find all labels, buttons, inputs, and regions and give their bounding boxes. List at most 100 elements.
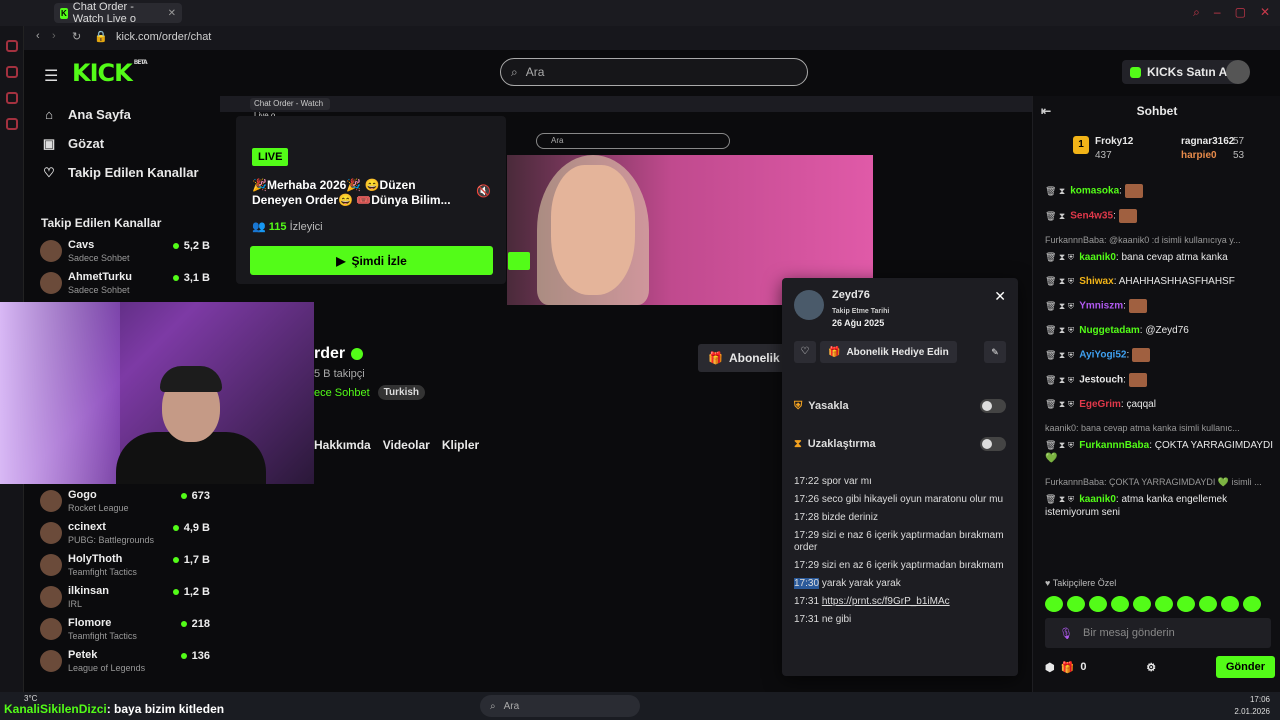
- emote-button[interactable]: [1133, 596, 1151, 612]
- points-icon[interactable]: ⬢: [1045, 661, 1055, 674]
- buy-kicks-label: KICKs Satın Al: [1147, 65, 1231, 79]
- back-icon[interactable]: ‹: [36, 30, 40, 42]
- tab-videos[interactable]: Videolar: [383, 438, 430, 452]
- mod-actions-icon[interactable]: 🗑 ⧗: [1045, 186, 1065, 196]
- gifter-name[interactable]: ragnar3162: [1181, 136, 1234, 147]
- send-button[interactable]: Gönder: [1215, 656, 1275, 678]
- chat-username[interactable]: AyiYogi52: [1079, 350, 1126, 361]
- channel-item[interactable]: Flomore Teamfight Tactics 218: [40, 614, 210, 646]
- chat-username[interactable]: Sen4w35: [1070, 211, 1113, 222]
- tab-clips[interactable]: Klipler: [442, 438, 479, 452]
- close-icon[interactable]: ✕: [994, 288, 1006, 305]
- mod-actions-icon[interactable]: 🗑 ⧗: [1045, 211, 1065, 221]
- taskbar-search[interactable]: ⌕ Ara: [480, 695, 640, 717]
- mic-icon[interactable]: 🎙: [1059, 627, 1073, 640]
- ban-label: Yasakla: [808, 400, 849, 412]
- heart-icon: ♡: [43, 164, 55, 180]
- emote-button[interactable]: [1045, 596, 1063, 612]
- gift-sub-button[interactable]: 🎁 Abonelik Hediye Edin: [820, 341, 957, 363]
- language-tag[interactable]: Turkish: [377, 385, 426, 400]
- channel-item[interactable]: HolyThoth Teamfight Tactics 1,7 B: [40, 550, 210, 582]
- chat-username[interactable]: kaanik0: [1079, 252, 1116, 263]
- chat-input[interactable]: 🎙 Bir mesaj gönderin: [1045, 618, 1271, 648]
- follow-heart-button[interactable]: ♡: [794, 341, 816, 363]
- mod-actions-icon[interactable]: 🗑 ⧗ ⛨: [1045, 350, 1074, 360]
- history-message: 17:29 sizi en az 6 içerik yaptırmadan bı…: [794, 560, 1006, 572]
- close-window-icon[interactable]: ✕: [1260, 5, 1270, 20]
- sidebar-app-icon[interactable]: [5, 40, 18, 52]
- sidebar-app-icon[interactable]: [5, 118, 18, 130]
- buy-kicks-button[interactable]: KICKs Satın Al: [1122, 60, 1239, 84]
- kick-logo[interactable]: KICK BETA: [72, 59, 148, 87]
- minimize-icon[interactable]: –: [1214, 5, 1221, 20]
- mute-mic-button[interactable]: ✎: [984, 341, 1006, 363]
- mod-actions-icon[interactable]: 🗑 ⧗ ⛨: [1045, 440, 1074, 450]
- compass-icon: ▣: [42, 135, 56, 151]
- close-tab-icon[interactable]: ✕: [168, 8, 176, 19]
- chat-username[interactable]: FurkannnBaba: [1079, 440, 1149, 451]
- gear-icon[interactable]: ⚙: [1146, 661, 1156, 674]
- subscribe-button[interactable]: 🎁 Abonelik: [698, 344, 790, 372]
- tab-about[interactable]: Hakkımda: [314, 438, 371, 452]
- clock[interactable]: 17:06 2.01.2026: [1234, 694, 1270, 718]
- chat-message: 🗑 ⧗ Sen4w35:: [1045, 209, 1275, 223]
- mod-actions-icon[interactable]: 🗑 ⧗ ⛨: [1045, 301, 1074, 311]
- emote-button[interactable]: [1111, 596, 1129, 612]
- muted-speaker-icon[interactable]: 🔇: [476, 184, 491, 198]
- collapse-chat-icon[interactable]: ⇤: [1041, 96, 1051, 126]
- emote-button[interactable]: [1243, 596, 1261, 612]
- nav-home[interactable]: ⌂ Ana Sayfa: [24, 100, 218, 129]
- gifter-name[interactable]: Froky12: [1095, 136, 1133, 147]
- chat-username[interactable]: Jestouch: [1079, 375, 1123, 386]
- gifter-name[interactable]: harpie0: [1181, 150, 1217, 161]
- search-input[interactable]: ⌕ Ara: [500, 58, 808, 86]
- mod-actions-icon[interactable]: 🗑 ⧗ ⛨: [1045, 276, 1074, 286]
- menu-icon[interactable]: ☰: [44, 66, 58, 86]
- emote-button[interactable]: [1199, 596, 1217, 612]
- nav-following[interactable]: ♡ Takip Edilen Kanallar: [24, 158, 218, 187]
- mod-actions-icon[interactable]: 🗑 ⧗ ⛨: [1045, 494, 1074, 504]
- channel-item[interactable]: Cavs Sadece Sohbet 5,2 B: [40, 236, 210, 268]
- channel-category[interactable]: ece Sohbet: [314, 387, 370, 399]
- sidebar-app-icon[interactable]: [5, 92, 18, 104]
- chat-username[interactable]: Ymniszm: [1079, 301, 1123, 312]
- msg-link[interactable]: https://prnt.sc/f9GrP_b1iMAc: [822, 596, 950, 607]
- watch-now-button[interactable]: ▶ Şimdi İzle: [250, 246, 493, 275]
- mod-actions-icon[interactable]: 🗑 ⧗ ⛨: [1045, 252, 1074, 262]
- chat-username[interactable]: kaanik0: [1079, 494, 1116, 505]
- search-tabs-icon[interactable]: ⌕: [1193, 5, 1200, 20]
- timeout-toggle[interactable]: [980, 437, 1006, 451]
- forward-icon[interactable]: ›: [52, 30, 56, 42]
- channel-item[interactable]: ilkinsan IRL 1,2 B: [40, 582, 210, 614]
- emote-button[interactable]: [1177, 596, 1195, 612]
- msg-time: 17:22: [794, 476, 820, 487]
- channel-item[interactable]: AhmetTurku Sadece Sohbet 3,1 B: [40, 268, 210, 300]
- taskbar-search-label: Ara: [503, 700, 520, 712]
- chat-username[interactable]: Nuggetadam: [1079, 325, 1140, 336]
- ban-toggle[interactable]: [980, 399, 1006, 413]
- sidebar-app-icon[interactable]: [5, 66, 18, 78]
- emote-button[interactable]: [1089, 596, 1107, 612]
- mod-actions-icon[interactable]: 🗑 ⧗ ⛨: [1045, 399, 1074, 409]
- reload-icon[interactable]: ↻: [72, 30, 81, 43]
- nav-browse[interactable]: ▣ Gözat: [24, 129, 218, 158]
- channel-item[interactable]: Gogo Rocket League 673: [40, 486, 210, 518]
- chat-username[interactable]: komasoka: [1070, 186, 1119, 197]
- emote-button[interactable]: [1067, 596, 1085, 612]
- emote-button[interactable]: [1221, 596, 1239, 612]
- channel-item[interactable]: ccinext PUBG: Battlegrounds 4,9 B: [40, 518, 210, 550]
- user-avatar[interactable]: [1226, 60, 1250, 84]
- popup-username[interactable]: Zeyd76: [832, 289, 870, 301]
- live-preview-card: LIVE 🎉Merhaba 2026🎉 😄Düzen Deneyen Order…: [236, 116, 506, 284]
- gift-icon[interactable]: 🎁: [1061, 661, 1075, 674]
- channel-item[interactable]: Petek League of Legends 136: [40, 646, 210, 678]
- chat-username[interactable]: Shiwax: [1079, 276, 1113, 287]
- url-field[interactable]: kick.com/order/chat: [116, 31, 211, 43]
- emote-button[interactable]: [1155, 596, 1173, 612]
- mod-actions-icon[interactable]: 🗑 ⧗ ⛨: [1045, 325, 1074, 335]
- maximize-icon[interactable]: ▢: [1235, 5, 1246, 20]
- chat-username[interactable]: EgeGrim: [1079, 399, 1121, 410]
- browser-tab[interactable]: K Chat Order - Watch Live o ✕: [54, 1, 182, 25]
- mod-actions-icon[interactable]: 🗑 ⧗ ⛨: [1045, 375, 1074, 385]
- chat-message: 🗑 ⧗ ⛨ EgeGrim: çaqqal: [1045, 399, 1156, 410]
